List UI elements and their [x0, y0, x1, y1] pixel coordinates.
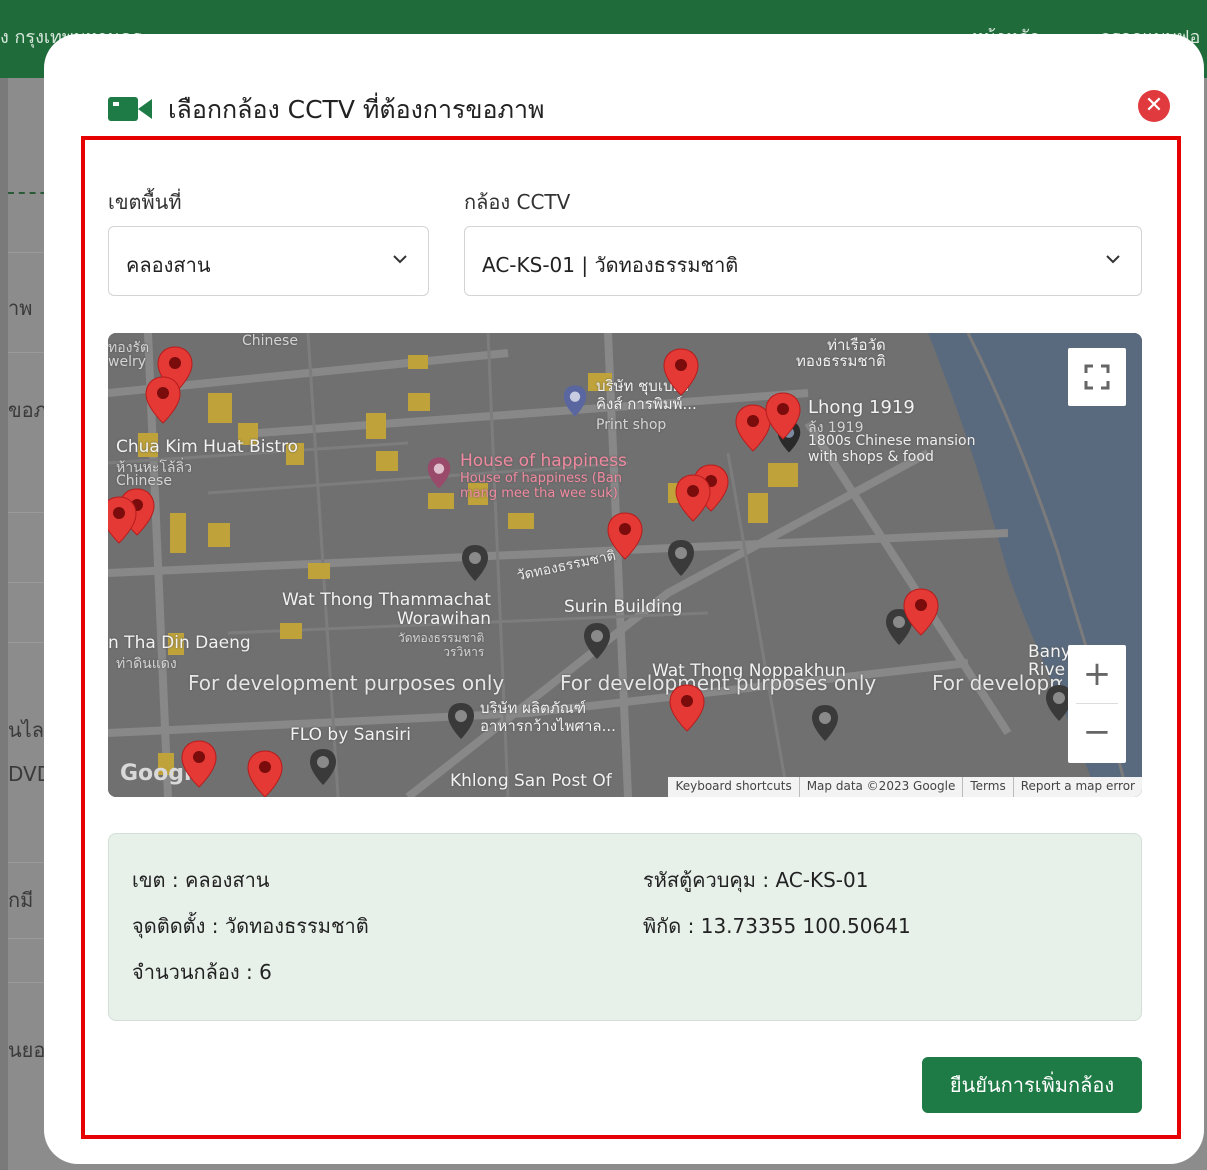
map-label: Khlong San Post Of	[450, 771, 612, 791]
place-marker-icon	[310, 749, 336, 785]
map-pin-icon[interactable]	[764, 391, 802, 441]
district-select-value: คลองสาน	[126, 253, 211, 277]
map-pin-icon[interactable]	[606, 511, 644, 561]
terms-link[interactable]: Terms	[962, 777, 1012, 797]
map-label: Lhong 1919	[808, 397, 915, 418]
camera-select[interactable]: AC-KS-01 | วัดทองธรรมชาติ	[464, 226, 1142, 296]
map-watermark: For development purposes only	[932, 671, 1062, 695]
keyboard-shortcuts-link[interactable]: Keyboard shortcuts	[668, 777, 798, 797]
camera-select-value: AC-KS-01 | วัดทองธรรมชาติ	[482, 253, 739, 277]
zoom-control: + −	[1068, 645, 1126, 763]
map-label: n Tha Din Daeng	[108, 633, 251, 653]
map-label: FLO by Sansiri	[290, 725, 411, 745]
zoom-out-button[interactable]: −	[1068, 703, 1126, 761]
place-marker-icon	[584, 623, 610, 659]
chevron-down-icon	[1106, 255, 1120, 264]
fullscreen-button[interactable]	[1068, 348, 1126, 406]
map-label: ทองรัต welry	[108, 340, 150, 370]
background-text: กมี	[8, 888, 34, 912]
map-label: วัดทองธรรมชาติ วรวิหาร	[398, 631, 485, 659]
camera-info-panel: เขต : คลองสาน จุดติดตั้ง : วัดทองธรรมชาต…	[108, 833, 1142, 1021]
background-text: าพ	[8, 296, 33, 320]
district-label: เขตพื้นที่	[108, 190, 182, 214]
background-text: นยอ	[8, 1038, 46, 1062]
map-label: บริษัท ผลิตภัณฑ์ อาหารกว้างไพศาล...	[480, 699, 616, 735]
map-pin-icon[interactable]	[180, 739, 218, 789]
map-label: ท่าเรือวัด ทองธรรมชาติ	[796, 336, 886, 370]
video-camera-icon	[108, 97, 152, 121]
map-label: Chinese	[242, 333, 298, 349]
map-watermark: For development purposes only	[560, 671, 877, 695]
map-pin-icon[interactable]	[674, 473, 712, 523]
map-label: House of happiness	[460, 451, 627, 471]
camera-label: กล้อง CCTV	[464, 190, 571, 214]
confirm-add-camera-button[interactable]: ยืนยันการเพิ่มกล้อง	[922, 1057, 1142, 1113]
place-marker-icon	[668, 540, 694, 576]
info-control-code: รหัสตู้ควบคุม : AC-KS-01	[643, 868, 869, 892]
map-label: House of happiness (Ban mang mee tha wee…	[460, 471, 622, 501]
map-label: Print shop	[596, 417, 667, 433]
fullscreen-icon	[1084, 364, 1110, 390]
place-marker-icon	[462, 545, 488, 581]
map-label: 1800s Chinese mansion with shops & food	[808, 433, 976, 465]
map-label: Wat Thong Thammachat Worawihan	[282, 590, 492, 629]
place-marker-icon	[812, 705, 838, 741]
district-select[interactable]: คลองสาน	[108, 226, 429, 296]
chevron-down-icon	[393, 255, 407, 264]
background-text: ขอภ	[8, 398, 47, 422]
map-data-link[interactable]: Map data ©2023 Google	[798, 777, 963, 797]
info-camera-count: จำนวนกล้อง : 6	[132, 960, 272, 984]
info-location: จุดติดตั้ง : วัดทองธรรมชาติ	[132, 914, 369, 938]
map-pin-icon[interactable]	[246, 749, 284, 797]
map-view[interactable]: Chinese ทองรัต welry Chua Kim Huat Bistr…	[108, 333, 1142, 797]
info-coordinates: พิกัด : 13.73355 100.50641	[643, 914, 911, 938]
map-pin-icon[interactable]	[668, 683, 706, 733]
map-pin-icon[interactable]	[662, 347, 700, 397]
map-watermark: For development purposes only	[188, 671, 505, 695]
map-pin-icon[interactable]	[108, 495, 138, 545]
zoom-in-button[interactable]: +	[1068, 645, 1126, 703]
map-label: Chua Kim Huat Bistro	[116, 437, 299, 457]
map-label: ท่าดินแดง	[116, 656, 177, 672]
place-marker-icon	[448, 703, 474, 739]
modal-title: เลือกกล้อง CCTV ที่ต้องการขอภาพ	[168, 95, 545, 124]
map-attribution: Keyboard shortcuts Map data ©2023 Google…	[668, 777, 1142, 797]
place-marker-icon	[563, 385, 587, 417]
info-district: เขต : คลองสาน	[132, 868, 270, 892]
close-icon: ✕	[1144, 93, 1164, 118]
map-label: Surin Building	[564, 597, 683, 617]
report-error-link[interactable]: Report a map error	[1012, 777, 1142, 797]
close-button[interactable]: ✕	[1138, 90, 1170, 122]
background-text: นไล	[8, 718, 44, 742]
place-marker-icon	[427, 457, 451, 489]
map-pin-icon[interactable]	[902, 587, 940, 637]
map-pin-icon[interactable]	[144, 375, 182, 425]
